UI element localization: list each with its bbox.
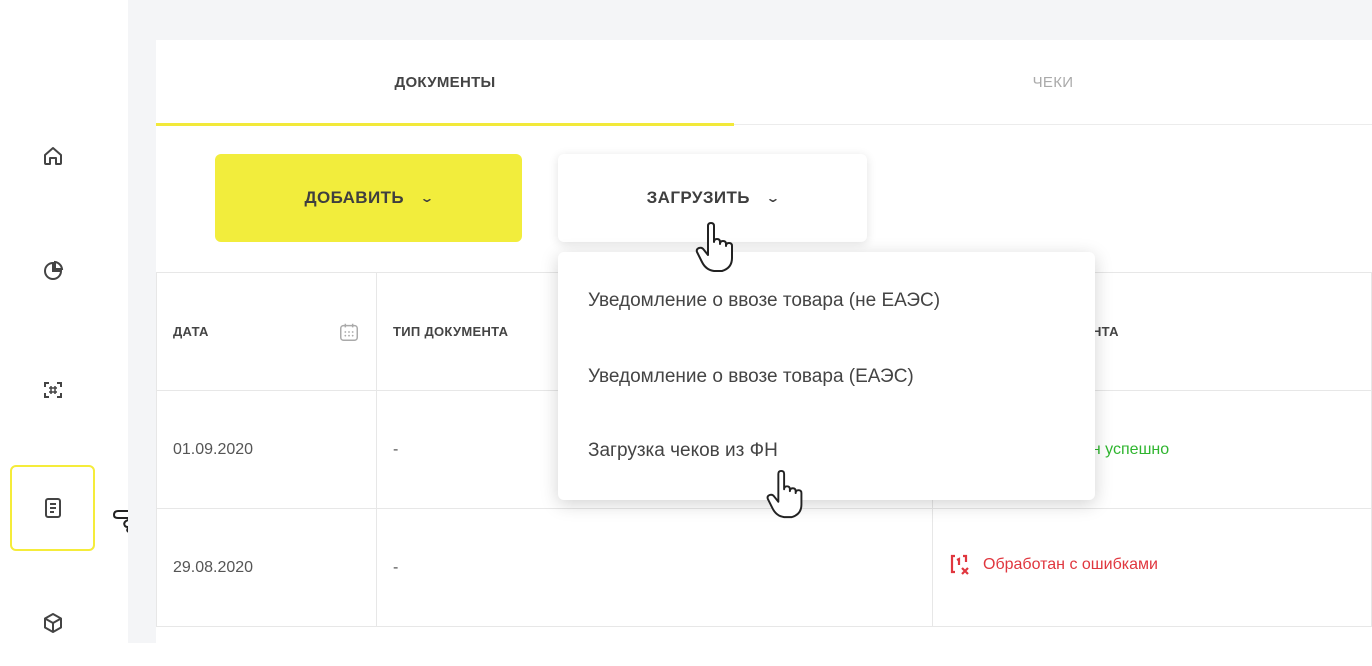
scan-icon [43,382,62,398]
pie-chart-icon [43,260,63,280]
sidebar-item-home[interactable] [10,113,95,199]
hand-cursor-icon [695,222,733,272]
menu-item-import-notice-eaeu[interactable]: Уведомление о ввозе товара (ЕАЭС) [588,366,914,388]
column-header-date: ДАТА [173,324,209,339]
add-button-label: ДОБАВИТЬ [304,188,404,207]
status-error: Обработан с ошибками [949,553,1158,577]
load-dropdown-menu: Уведомление о ввозе товара (не ЕАЭС) Уве… [558,252,1095,500]
tabs-bar: ДОКУМЕНТЫ ЧЕКИ [156,40,1372,126]
load-button-label: ЗАГРУЗИТЬ [646,188,750,207]
chevron-down-icon: ⌄ [765,191,782,205]
table-row[interactable]: 29.08.2020 - Обработан с ошибками [156,508,1372,627]
menu-item-import-notice-non-eaeu[interactable]: Уведомление о ввозе товара (не ЕАЭС) [588,290,940,312]
sidebar [0,0,128,643]
home-icon [43,147,62,165]
error-document-icon [950,554,969,575]
cell-type: - [376,508,933,627]
cell-date: 01.09.2020 [156,390,377,509]
hand-cursor-icon [766,470,803,519]
document-icon [44,498,61,518]
active-tab-indicator [156,123,734,126]
box-icon [43,613,62,633]
sidebar-item-documents[interactable] [10,465,95,551]
status-error-label: Обработан с ошибками [983,556,1158,573]
sidebar-item-products[interactable] [10,580,95,666]
add-button[interactable]: ДОБАВИТЬ ⌄ [215,154,522,242]
tab-checks[interactable]: ЧЕКИ [734,40,1372,124]
menu-item-upload-fn-receipts[interactable]: Загрузка чеков из ФН [588,440,778,462]
calendar-icon[interactable] [338,321,360,343]
cell-date: 29.08.2020 [156,508,377,627]
tab-documents[interactable]: ДОКУМЕНТЫ [156,40,734,124]
chevron-down-icon: ⌄ [419,191,436,205]
sidebar-item-analytics[interactable] [10,228,95,314]
sidebar-item-scan[interactable] [10,347,95,433]
status-success: ан успешно [1083,440,1170,458]
